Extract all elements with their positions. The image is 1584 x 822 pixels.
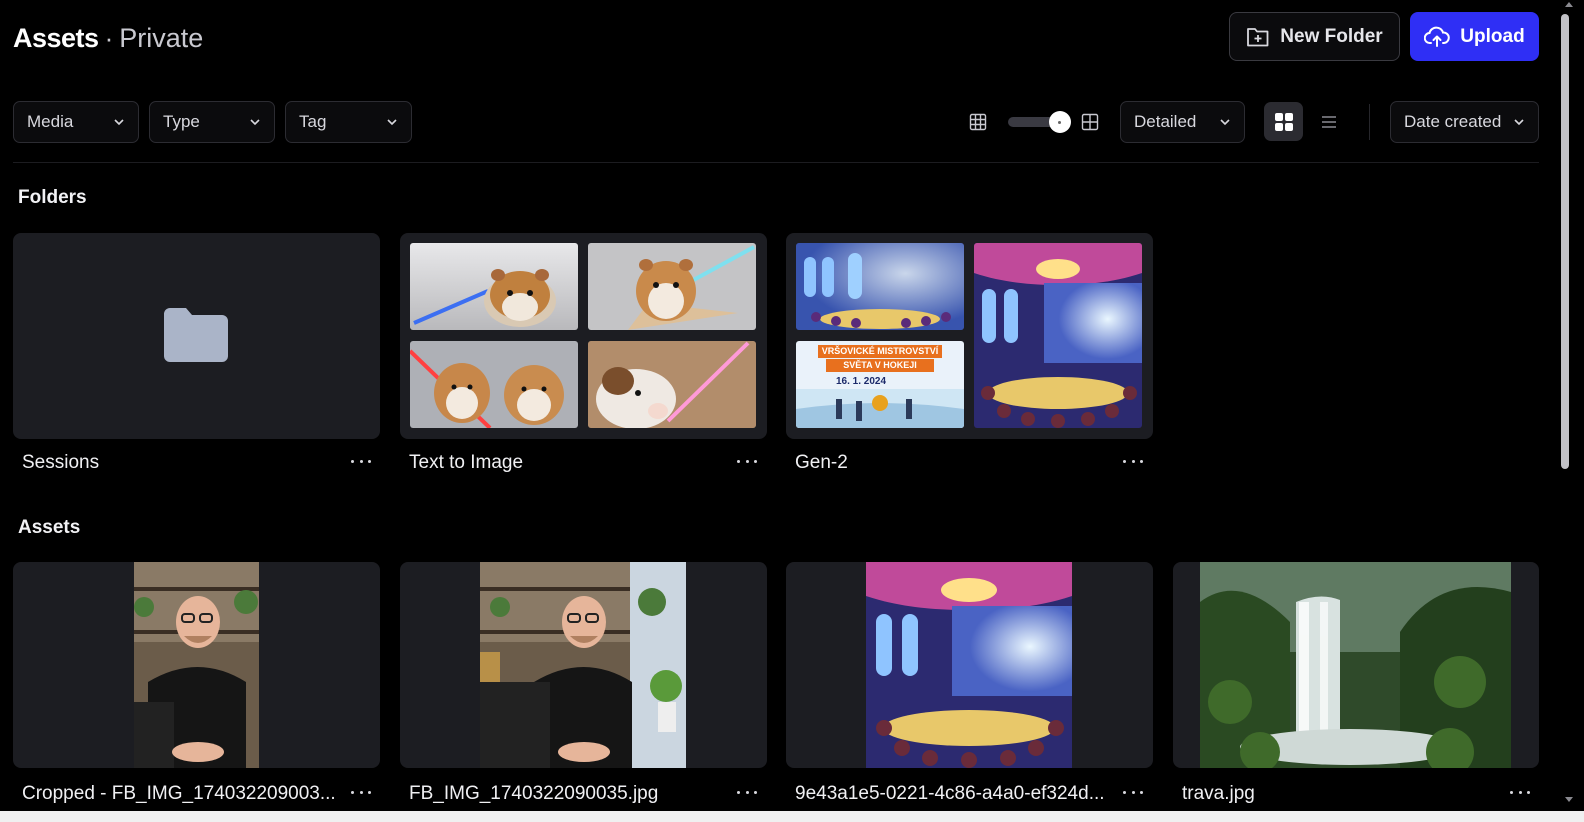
assets-section-title: Assets — [18, 517, 81, 538]
folder-card-sessions[interactable] — [13, 233, 380, 439]
folder-name[interactable]: Text to Image — [409, 452, 523, 474]
toolbar-divider — [13, 162, 1539, 163]
upload-label: Upload — [1460, 25, 1525, 47]
folder-preview-image — [588, 243, 756, 330]
type-filter-label: Type — [163, 112, 200, 131]
scroll-down-arrow-icon[interactable] — [1565, 797, 1573, 802]
folder-preview-poster: VRŠOVICKÉ MISTROVSTVÍ SVĚTA V HOKEJI 16.… — [796, 341, 964, 428]
type-filter-dropdown[interactable]: Type — [149, 101, 275, 143]
list-icon — [1322, 116, 1336, 128]
folder-icon — [164, 308, 228, 362]
chevron-down-icon — [1514, 119, 1524, 126]
page-title-main: Assets — [13, 22, 99, 53]
folder-card-text-to-image[interactable] — [400, 233, 767, 439]
folder-plus-icon — [1247, 27, 1269, 46]
toolbar-divider — [1369, 104, 1370, 140]
upload-button[interactable]: Upload — [1410, 12, 1539, 61]
chevron-down-icon — [1220, 119, 1230, 126]
more-options-icon[interactable] — [737, 460, 757, 466]
poster-date: 16. 1. 2024 — [836, 376, 887, 387]
vertical-scrollbar-thumb[interactable] — [1561, 14, 1569, 469]
folder-preview-image — [410, 341, 578, 428]
folder-preview-image — [974, 243, 1142, 428]
sort-label: Date created — [1404, 112, 1502, 131]
media-filter-dropdown[interactable]: Media — [13, 101, 139, 143]
page-subtitle: Private — [119, 22, 204, 53]
asset-card[interactable] — [13, 562, 380, 768]
folder-preview-image — [796, 243, 964, 330]
folder-card-gen-2[interactable]: VRŠOVICKÉ MISTROVSTVÍ SVĚTA V HOKEJI 16.… — [786, 233, 1153, 439]
small-grid-icon[interactable] — [967, 111, 989, 133]
asset-card[interactable] — [400, 562, 767, 768]
grid-icon — [1274, 112, 1293, 131]
asset-thumbnail — [480, 562, 686, 768]
cloud-upload-icon — [1424, 26, 1451, 47]
poster-line-1: VRŠOVICKÉ MISTROVSTVÍ — [818, 345, 942, 358]
asset-name[interactable]: Cropped - FB_IMG_174032209003... — [22, 783, 336, 805]
asset-name[interactable]: FB_IMG_1740322090035.jpg — [409, 783, 658, 805]
folders-section-title: Folders — [18, 187, 87, 208]
asset-thumbnail — [134, 562, 259, 768]
folder-preview-image — [410, 243, 578, 330]
folder-preview-image — [588, 341, 756, 428]
asset-thumbnail — [866, 562, 1072, 768]
slider-thumb[interactable] — [1049, 111, 1071, 133]
sort-dropdown[interactable]: Date created — [1390, 101, 1539, 143]
large-grid-icon[interactable] — [1079, 111, 1101, 133]
tag-filter-label: Tag — [299, 112, 327, 131]
more-options-icon[interactable] — [1123, 791, 1143, 797]
grid-view-toggle[interactable] — [1264, 102, 1303, 141]
more-options-icon[interactable] — [351, 791, 371, 797]
asset-name[interactable]: trava.jpg — [1182, 783, 1255, 805]
more-options-icon[interactable] — [1510, 791, 1530, 797]
horizontal-scrollbar[interactable] — [0, 811, 1584, 822]
view-mode-dropdown[interactable]: Detailed — [1120, 101, 1245, 143]
folder-name[interactable]: Sessions — [22, 452, 99, 474]
asset-card[interactable] — [786, 562, 1153, 768]
asset-thumbnail — [1200, 562, 1511, 768]
new-folder-button[interactable]: New Folder — [1229, 12, 1400, 61]
more-options-icon[interactable] — [1123, 460, 1143, 466]
chevron-down-icon — [387, 119, 397, 126]
more-options-icon[interactable] — [351, 460, 371, 466]
chevron-down-icon — [250, 119, 260, 126]
view-mode-label: Detailed — [1134, 112, 1197, 131]
tag-filter-dropdown[interactable]: Tag — [285, 101, 412, 143]
folder-name[interactable]: Gen-2 — [795, 452, 848, 474]
more-options-icon[interactable] — [737, 791, 757, 797]
page-title: Assets · Private — [13, 20, 203, 56]
asset-card[interactable] — [1173, 562, 1539, 768]
poster-line-2: SVĚTA V HOKEJI — [826, 359, 934, 372]
new-folder-label: New Folder — [1280, 25, 1383, 47]
title-separator: · — [104, 22, 114, 53]
list-view-toggle[interactable] — [1318, 111, 1340, 133]
chevron-down-icon — [114, 119, 124, 126]
scroll-up-arrow-icon[interactable] — [1565, 2, 1573, 7]
asset-name[interactable]: 9e43a1e5-0221-4c86-a4a0-ef324d... — [795, 783, 1105, 805]
media-filter-label: Media — [27, 112, 74, 131]
